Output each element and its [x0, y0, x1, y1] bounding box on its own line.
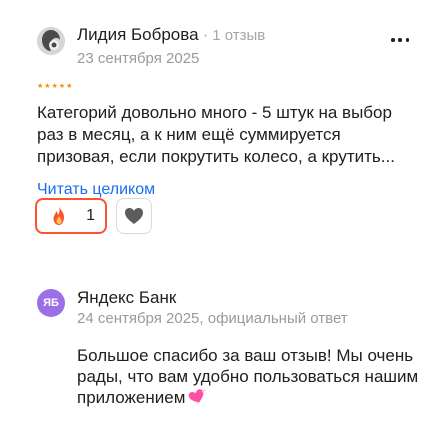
- star-icon: ★: [37, 83, 44, 90]
- star-icon: ★: [44, 83, 51, 90]
- more-dot-icon: [405, 38, 409, 42]
- fire-reaction-count: 1: [86, 207, 95, 224]
- company-name: Яндекс Банк: [77, 288, 177, 307]
- answer-text: Большое спасибо за ваш отзыв! Мы очень р…: [77, 346, 419, 407]
- answer-meta: 24 сентября 2025, официальный ответ: [77, 310, 348, 327]
- answer-text-block: Большое спасибо за ваш отзыв! Мы очень р…: [77, 345, 427, 408]
- more-dot-icon: [391, 38, 395, 42]
- more-options-button[interactable]: [388, 34, 412, 46]
- star-icon: ★: [58, 83, 66, 90]
- author-review-count: 1 отзыв: [212, 27, 266, 44]
- read-more-link[interactable]: Читать целиком: [37, 180, 155, 200]
- more-dot-icon: [398, 38, 402, 42]
- author-avatar[interactable]: [37, 27, 65, 55]
- rating-stars: ★ ★ ★ ★ ★: [37, 83, 72, 91]
- meta-separator: ·: [202, 25, 209, 44]
- company-avatar: ЯБ: [37, 289, 65, 317]
- star-icon: ★: [66, 83, 73, 90]
- fire-reaction-button[interactable]: 1: [35, 198, 107, 234]
- review-text: Категорий довольно много - 5 штук на выб…: [37, 103, 395, 166]
- author-name[interactable]: Лидия Боброва: [77, 25, 199, 44]
- star-icon: ★: [51, 83, 58, 90]
- fire-icon: [53, 206, 64, 225]
- heart-icon: [125, 208, 143, 224]
- review-date: 23 сентября 2025: [77, 50, 200, 67]
- like-reaction-button[interactable]: [116, 198, 152, 234]
- avatar-image: [37, 27, 65, 55]
- heart-emoji-icon: [189, 389, 206, 403]
- author-line: Лидия Боброва · 1 отзыв: [77, 25, 265, 46]
